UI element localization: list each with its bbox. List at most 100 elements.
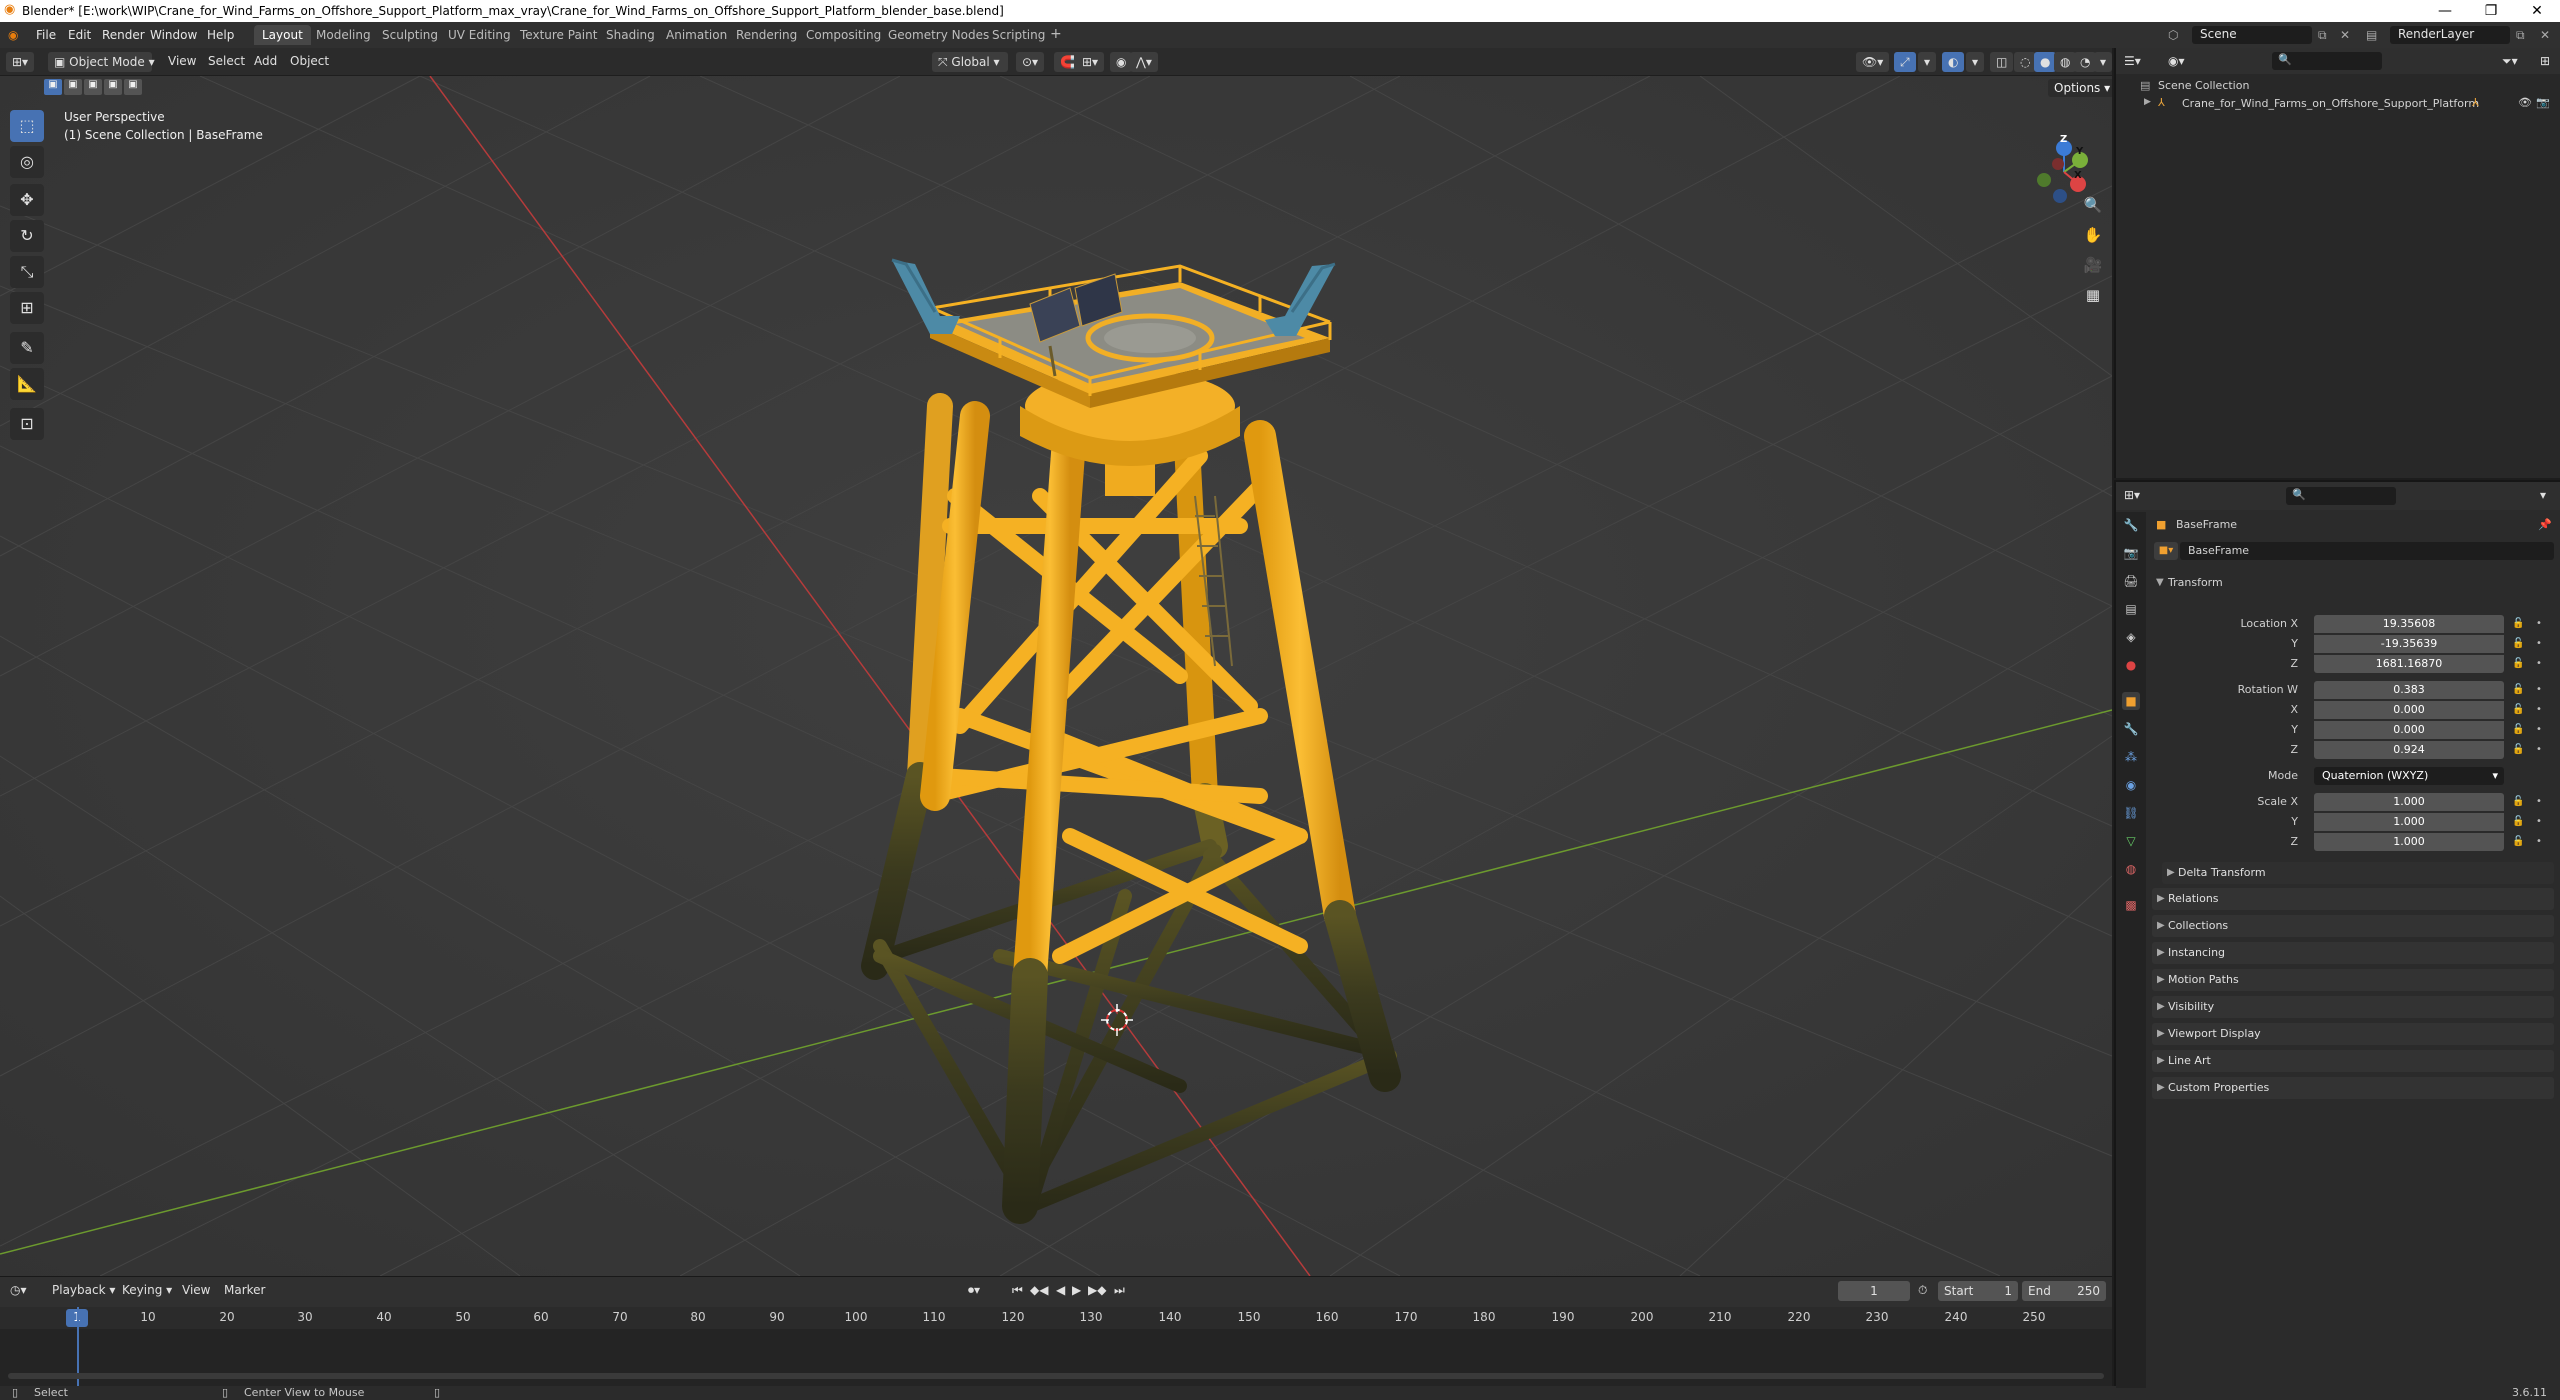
3d-viewport[interactable]: User Perspective (1) Scene Collection | …: [0, 76, 2112, 1276]
particles-tab-icon[interactable]: ⁂: [2122, 748, 2140, 766]
section-custom-properties[interactable]: ▶ Custom Properties: [2152, 1077, 2554, 1099]
object-mode-dropdown[interactable]: ▣ Object Mode ▾: [48, 52, 155, 72]
lock-location-z-icon[interactable]: 🔓: [2512, 658, 2524, 669]
timeline-track-area[interactable]: [0, 1307, 2112, 1387]
new-scene-icon[interactable]: ⧉: [2318, 28, 2327, 43]
lock-scale-x-icon[interactable]: 🔓: [2512, 796, 2524, 807]
render-tab-icon[interactable]: 📷: [2122, 544, 2140, 562]
next-keyframe-icon[interactable]: ▶◆: [1088, 1283, 1106, 1297]
data-tab-icon[interactable]: ▽: [2122, 832, 2140, 850]
play-icon[interactable]: ▶: [1072, 1283, 1081, 1297]
rotation-y-field[interactable]: 0.000: [2314, 721, 2504, 739]
prev-keyframe-icon[interactable]: ◆◀: [1030, 1283, 1048, 1297]
menu-timeline-view[interactable]: View: [182, 1283, 210, 1297]
lock-scale-y-icon[interactable]: 🔓: [2512, 816, 2524, 827]
outliner-item-crane[interactable]: Crane_for_Wind_Farms_on_Offshore_Support…: [2182, 97, 2479, 110]
gizmo-z-label[interactable]: Z: [2060, 134, 2067, 145]
timeline-ruler[interactable]: 1 10 20 30 40 50 60 70 80 90 100 110 120…: [0, 1307, 2112, 1329]
perspective-toggle-icon[interactable]: ▦: [2078, 280, 2108, 310]
minimize-button[interactable]: —: [2422, 0, 2468, 22]
jump-end-icon[interactable]: ⏭: [1114, 1283, 1125, 1298]
transform-orientation-dropdown[interactable]: ⤧ Global ▾: [932, 52, 1008, 72]
select-invert-icon[interactable]: ▣: [104, 79, 122, 95]
menu-marker[interactable]: Marker: [224, 1283, 265, 1297]
lock-rotation-w-icon[interactable]: 🔓: [2512, 684, 2524, 695]
tool-tab-icon[interactable]: 🔧: [2122, 516, 2140, 534]
display-mode-icon[interactable]: ◉▾: [2168, 54, 2185, 68]
properties-options-icon[interactable]: ▾: [2540, 488, 2546, 502]
lock-scale-z-icon[interactable]: 🔓: [2512, 836, 2524, 847]
render-camera-icon[interactable]: 📷: [2536, 96, 2550, 109]
keyframe-dot-icon[interactable]: •: [2536, 744, 2542, 755]
gizmo-dropdown-button[interactable]: ▾: [1918, 52, 1937, 72]
tab-compositing[interactable]: Compositing: [798, 25, 889, 45]
select-extend-icon[interactable]: ▣: [64, 79, 82, 95]
filter-icon[interactable]: ⏷▾: [2502, 54, 2518, 69]
constraints-tab-icon[interactable]: ⛓: [2122, 804, 2140, 822]
object-name-field[interactable]: BaseFrame: [2180, 542, 2554, 560]
tab-modeling[interactable]: Modeling: [308, 25, 379, 45]
scale-y-field[interactable]: 1.000: [2314, 813, 2504, 831]
tab-geometry-nodes[interactable]: Geometry Nodes: [880, 25, 997, 45]
scene-tab-icon[interactable]: ◈: [2122, 628, 2140, 646]
visibility-selectability-button[interactable]: 👁▾: [1856, 52, 1890, 72]
menu-edit[interactable]: Edit: [68, 28, 91, 42]
jump-start-icon[interactable]: ⏮: [1012, 1283, 1023, 1298]
tab-scripting[interactable]: Scripting: [984, 25, 1053, 45]
gizmo-x-label[interactable]: X: [2074, 170, 2082, 181]
add-workspace-button[interactable]: +: [1050, 26, 1062, 42]
maximize-button[interactable]: ❐: [2468, 0, 2514, 22]
zoom-icon[interactable]: 🔍: [2078, 190, 2108, 220]
pin-icon[interactable]: 📌: [2538, 518, 2552, 531]
menu-window[interactable]: Window: [150, 28, 197, 42]
shading-dropdown-button[interactable]: ▾: [2094, 52, 2113, 72]
end-frame-field[interactable]: End 250: [2022, 1281, 2106, 1301]
new-collection-icon[interactable]: ⊞: [2540, 54, 2550, 68]
transform-tool-icon[interactable]: ⊞: [10, 292, 44, 324]
stopwatch-icon[interactable]: ⏱: [1918, 1283, 1927, 1298]
select-new-icon[interactable]: ▣: [44, 79, 62, 95]
location-y-field[interactable]: -19.35639: [2314, 635, 2504, 653]
lock-rotation-z-icon[interactable]: 🔓: [2512, 744, 2524, 755]
xray-toggle-button[interactable]: ◫: [1990, 52, 2014, 72]
scene-icon[interactable]: ⬡: [2168, 28, 2178, 42]
timeline-scrollbar[interactable]: [8, 1373, 2104, 1379]
keyframe-dot-icon[interactable]: •: [2536, 658, 2542, 669]
measure-tool-icon[interactable]: 📐: [10, 368, 44, 400]
select-intersect-icon[interactable]: ▣: [124, 79, 142, 95]
scene-collection-label[interactable]: Scene Collection: [2158, 79, 2249, 92]
overlay-toggle-button[interactable]: ◐: [1942, 52, 1965, 72]
scale-tool-icon[interactable]: ⤡: [10, 256, 44, 288]
scale-z-field[interactable]: 1.000: [2314, 833, 2504, 851]
annotate-tool-icon[interactable]: ✎: [10, 332, 44, 364]
lock-location-y-icon[interactable]: 🔓: [2512, 638, 2524, 649]
pan-hand-icon[interactable]: ✋: [2078, 220, 2108, 250]
editor-type-button[interactable]: ⊞▾: [6, 52, 35, 72]
material-tab-icon[interactable]: ◍: [2122, 860, 2140, 878]
pivot-point-button[interactable]: ⊙▾: [1016, 52, 1045, 72]
section-viewport-display[interactable]: ▶ Viewport Display: [2152, 1023, 2554, 1045]
delta-transform-subpanel[interactable]: ▶ Delta Transform: [2162, 862, 2554, 884]
world-tab-icon[interactable]: ●: [2122, 656, 2140, 674]
outliner-editor-type-icon[interactable]: ☰▾: [2124, 54, 2141, 68]
new-layer-icon[interactable]: ⧉: [2516, 28, 2525, 43]
rotation-z-field[interactable]: 0.924: [2314, 741, 2504, 759]
keyframe-dot-icon[interactable]: •: [2536, 704, 2542, 715]
datablock-browse-icon[interactable]: ■▾: [2154, 542, 2178, 560]
section-motion-paths[interactable]: ▶ Motion Paths: [2152, 969, 2554, 991]
physics-tab-icon[interactable]: ◉: [2122, 776, 2140, 794]
gizmo-y-label[interactable]: Y: [2076, 146, 2083, 157]
gizmo-toggle-button[interactable]: ⤢: [1894, 52, 1916, 72]
properties-editor-type-icon[interactable]: ⊞▾: [2124, 488, 2140, 502]
overlay-dropdown-button[interactable]: ▾: [1966, 52, 1985, 72]
menu-file[interactable]: File: [36, 28, 56, 42]
cursor-tool-icon[interactable]: ◎: [10, 146, 44, 178]
keyframe-dot-icon[interactable]: •: [2536, 796, 2542, 807]
auto-keying-icon[interactable]: ⏺▾: [968, 1283, 980, 1298]
close-button[interactable]: ✕: [2514, 0, 2560, 22]
delete-scene-icon[interactable]: ✕: [2340, 28, 2350, 42]
lock-rotation-x-icon[interactable]: 🔓: [2512, 704, 2524, 715]
keyframe-dot-icon[interactable]: •: [2536, 836, 2542, 847]
section-instancing[interactable]: ▶ Instancing: [2152, 942, 2554, 964]
texture-tab-icon[interactable]: ▩: [2122, 896, 2140, 914]
